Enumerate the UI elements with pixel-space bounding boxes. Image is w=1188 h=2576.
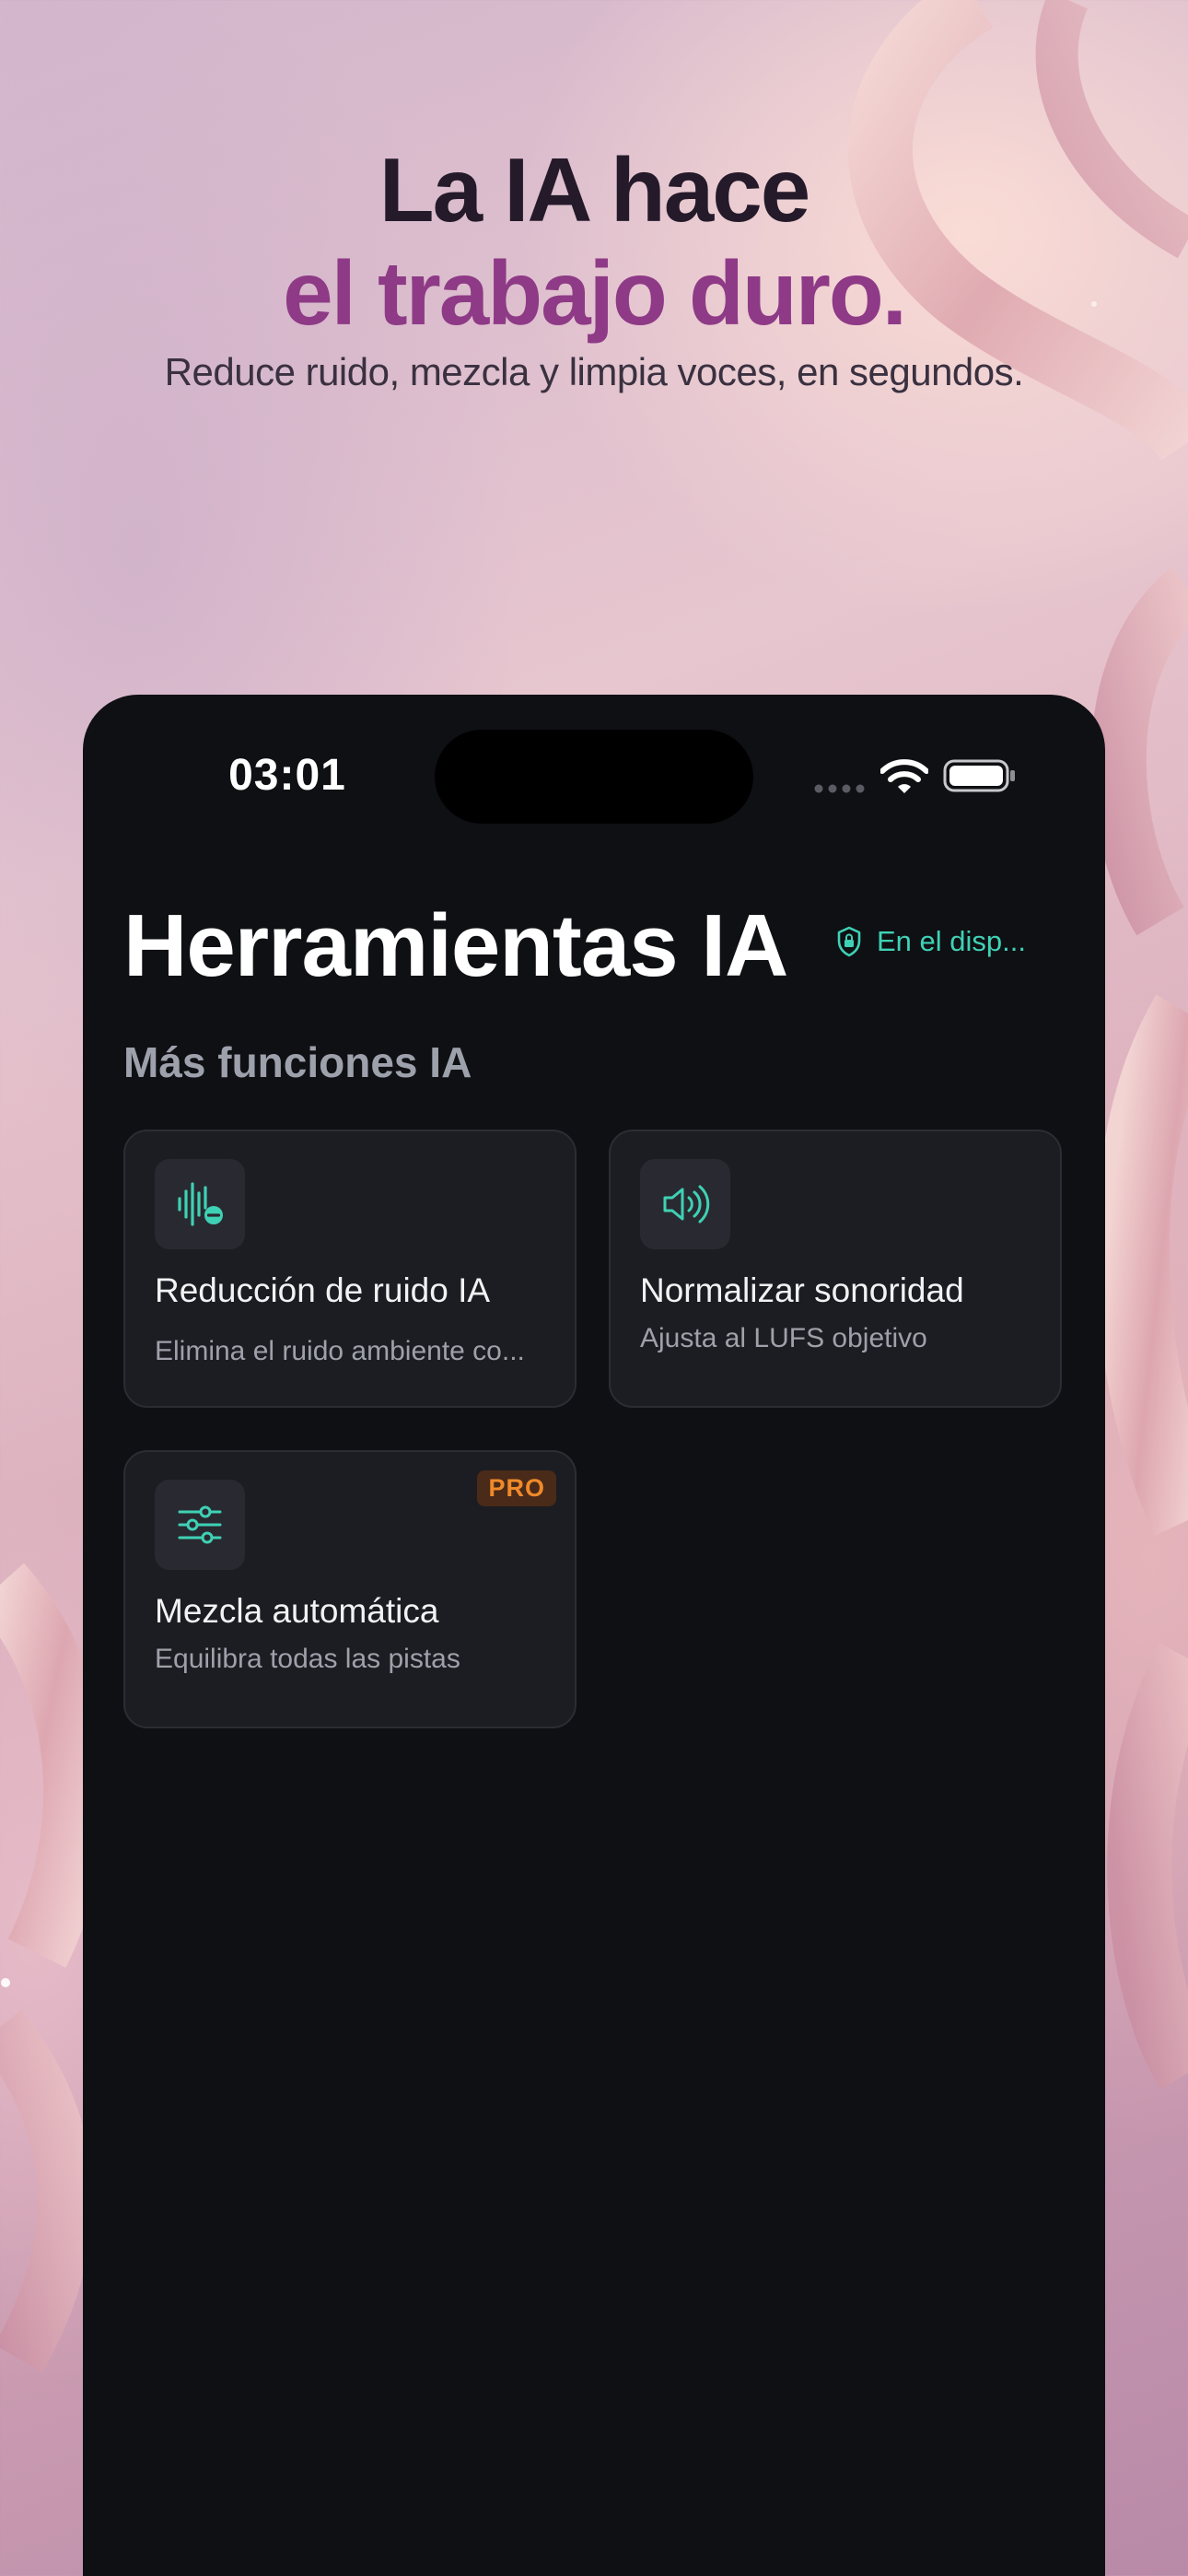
headline-line-1: La IA hace — [379, 139, 811, 240]
icon-container — [155, 1480, 245, 1570]
icon-container — [155, 1159, 245, 1249]
section-title: Más funciones IA — [123, 1038, 472, 1086]
status-time: 03:01 — [228, 751, 346, 800]
pro-badge: PRO — [477, 1470, 556, 1506]
waveform-minus-icon — [178, 1182, 223, 1226]
page-title: Herramientas IA — [123, 896, 788, 995]
feature-title: Reducción de ruido IA — [155, 1271, 491, 1309]
battery-icon — [943, 759, 1015, 792]
feature-card-auto-mix[interactable]: PRO Mezcla automática Equilibra todas la… — [123, 1450, 577, 1728]
dynamic-island — [435, 730, 753, 824]
feature-title: Normalizar sonoridad — [640, 1271, 964, 1309]
feature-card-loudness[interactable]: Normalizar sonoridad Ajusta al LUFS obje… — [609, 1130, 1062, 1408]
feature-subtitle: Elimina el ruido ambiente co... — [155, 1336, 525, 1366]
feature-subtitle: Ajusta al LUFS objetivo — [640, 1323, 927, 1353]
promo-subtitle: Reduce ruido, mezcla y limpia voces, en … — [164, 350, 1024, 393]
promo-headline: La IA hace el trabajo duro. Reduce ruido… — [0, 138, 1188, 394]
feature-card-noise-reduction[interactable]: Reducción de ruido IA Elimina el ruido a… — [123, 1130, 577, 1408]
on-device-badge[interactable]: En el disp... — [836, 925, 1026, 958]
feature-title: Mezcla automática — [155, 1592, 439, 1630]
shield-lock-icon — [837, 926, 861, 957]
wifi-icon — [880, 759, 928, 793]
cellular-signal-icon — [814, 784, 865, 793]
sliders-icon — [178, 1505, 222, 1544]
headline-line-2: el trabajo duro. — [283, 242, 907, 344]
speaker-wave-icon — [663, 1185, 710, 1224]
phone-screen: 03:01 Herramientas IA En el disp... Más … — [83, 695, 1105, 2576]
feature-subtitle: Equilibra todas las pistas — [155, 1644, 460, 1674]
on-device-label: En el disp... — [877, 925, 1026, 957]
icon-container — [640, 1159, 730, 1249]
